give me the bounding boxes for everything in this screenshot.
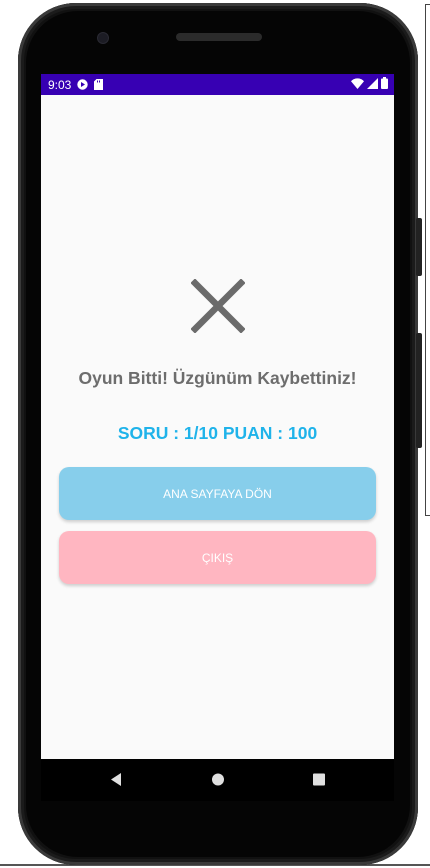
navigation-bar [41,759,394,801]
recents-icon[interactable] [312,772,326,792]
status-time: 9:03 [48,77,72,92]
wifi-icon [351,77,364,92]
score-line: SORU : 1/10 PUAN : 100 [117,423,318,443]
power-button[interactable] [416,218,422,276]
battery-icon [381,77,388,92]
game-over-message: Oyun Bitti! Üzgünüm Kaybettiniz! [78,368,357,388]
front-camera [98,33,108,43]
phone-screen: 9:03 Oyun Bitti! Üzgünüm Kaybettiniz! SO… [41,74,394,759]
home-button[interactable]: ANA SAYFAYA DÖN [59,467,376,520]
status-bar: 9:03 [41,74,394,95]
play-protect-icon [77,79,89,90]
exit-button[interactable]: ÇIKIŞ [59,531,376,584]
earpiece-speaker [176,33,262,41]
editor-panel-edge [425,4,430,516]
signal-icon [367,77,378,92]
game-over-content: Oyun Bitti! Üzgünüm Kaybettiniz! SORU : … [41,95,394,759]
volume-button[interactable] [416,333,422,448]
back-icon[interactable] [109,772,123,792]
close-icon [190,278,246,334]
sd-card-icon [94,79,104,90]
home-icon[interactable] [211,772,225,792]
